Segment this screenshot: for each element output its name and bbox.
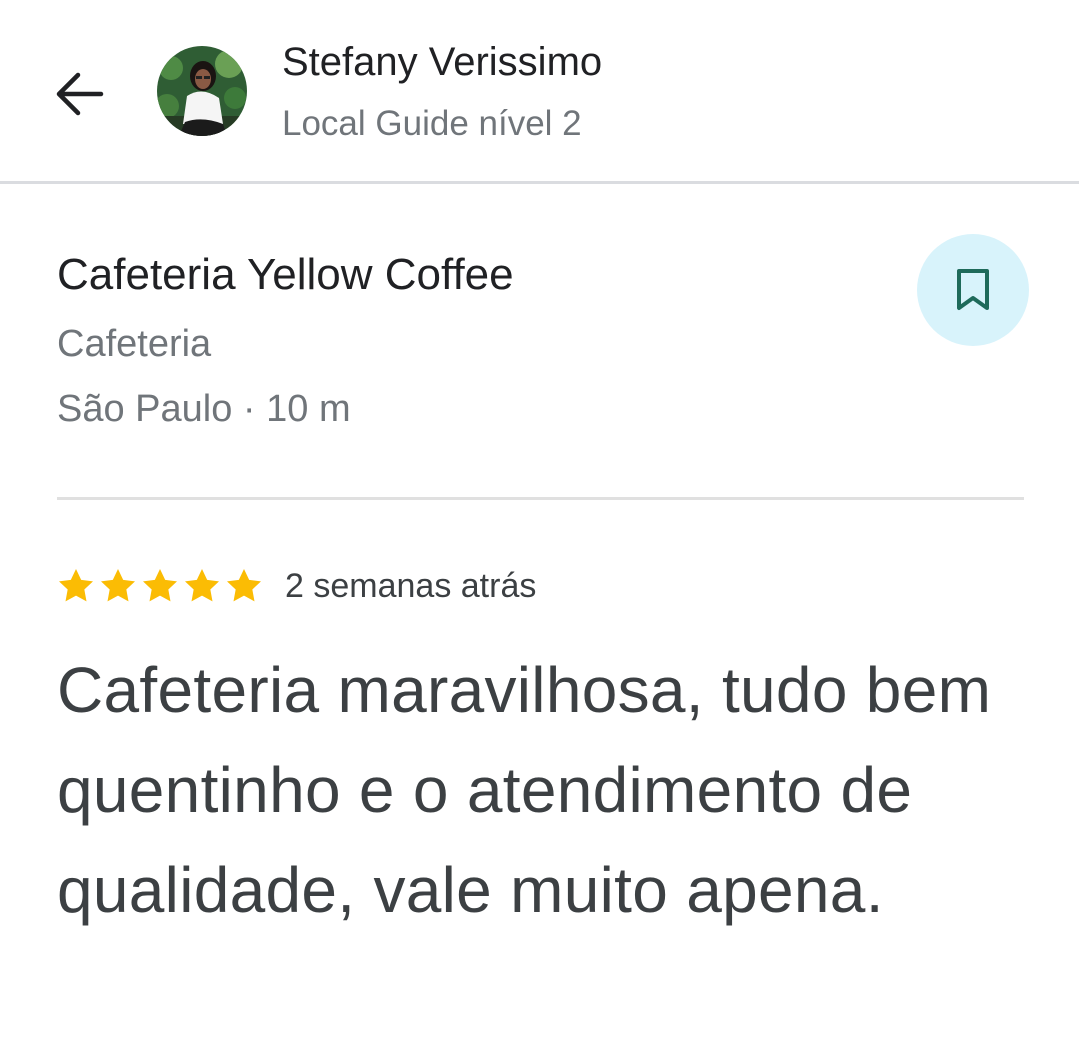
review-text: Cafeteria maravilhosa, tudo bem quentinh… <box>57 654 992 926</box>
save-button[interactable] <box>917 234 1029 346</box>
app-header: Stefany Verissimo Local Guide nível 2 <box>0 0 1079 182</box>
user-name[interactable]: Stefany Verissimo <box>282 40 602 85</box>
bookmark-icon <box>957 269 989 310</box>
back-button[interactable] <box>44 62 114 126</box>
place-category: Cafeteria <box>57 323 212 365</box>
star-rating <box>55 566 265 606</box>
review-date: 2 semanas atrás <box>285 566 537 605</box>
avatar-photo <box>157 46 247 136</box>
star-icon <box>143 569 177 602</box>
section-divider <box>57 497 1024 500</box>
arrow-back-icon <box>56 72 104 116</box>
star-icon <box>101 569 135 602</box>
avatar[interactable] <box>157 46 247 136</box>
star-icon <box>227 569 261 602</box>
star-icon <box>185 569 219 602</box>
user-level: Local Guide nível 2 <box>282 104 582 143</box>
place-location: São Paulo · 10 m <box>57 388 351 430</box>
review-rating: 2 semanas atrás <box>55 566 536 606</box>
star-icon <box>59 569 93 602</box>
place-name[interactable]: Cafeteria Yellow Coffee <box>57 250 514 300</box>
header-divider <box>0 181 1079 184</box>
